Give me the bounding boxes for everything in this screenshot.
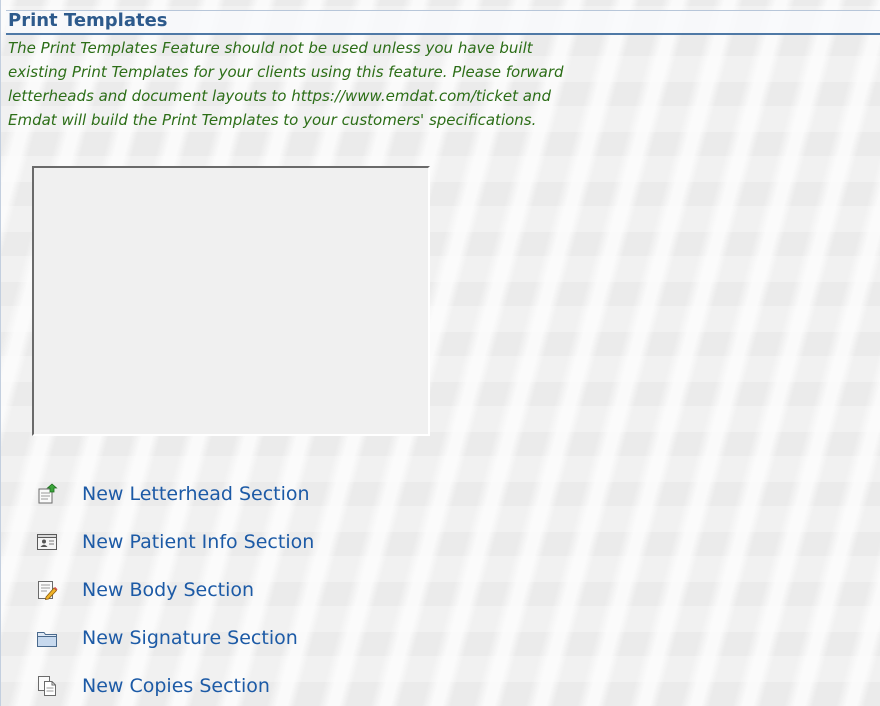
page-title: Print Templates <box>8 10 168 31</box>
menu-item-label: New Body Section <box>82 579 255 601</box>
left-border <box>0 0 1 706</box>
folder-icon <box>36 627 58 649</box>
notice-line: Emdat will build the Print Templates to … <box>8 111 537 129</box>
new-signature-section-link[interactable]: New Signature Section <box>36 620 456 656</box>
section-header: Print Templates <box>6 10 880 35</box>
new-patient-info-section-link[interactable]: New Patient Info Section <box>36 524 456 560</box>
notice-text: The Print Templates Feature should not b… <box>8 36 880 132</box>
notice-line: letterheads and document layouts to http… <box>8 87 551 105</box>
new-body-section-link[interactable]: New Body Section <box>36 572 456 608</box>
notice-line: existing Print Templates for your client… <box>8 63 564 81</box>
menu-item-label: New Letterhead Section <box>82 483 310 505</box>
menu-item-label: New Copies Section <box>82 675 270 697</box>
letterhead-add-icon <box>36 483 58 505</box>
notice-line: The Print Templates Feature should not b… <box>8 39 533 57</box>
menu-item-label: New Signature Section <box>82 627 298 649</box>
body-edit-icon <box>36 579 58 601</box>
copies-icon <box>36 675 58 697</box>
template-preview-box <box>32 166 430 436</box>
new-copies-section-link[interactable]: New Copies Section <box>36 668 456 704</box>
menu-item-label: New Patient Info Section <box>82 531 315 553</box>
patient-info-icon <box>36 531 58 553</box>
new-letterhead-section-link[interactable]: New Letterhead Section <box>36 476 456 512</box>
